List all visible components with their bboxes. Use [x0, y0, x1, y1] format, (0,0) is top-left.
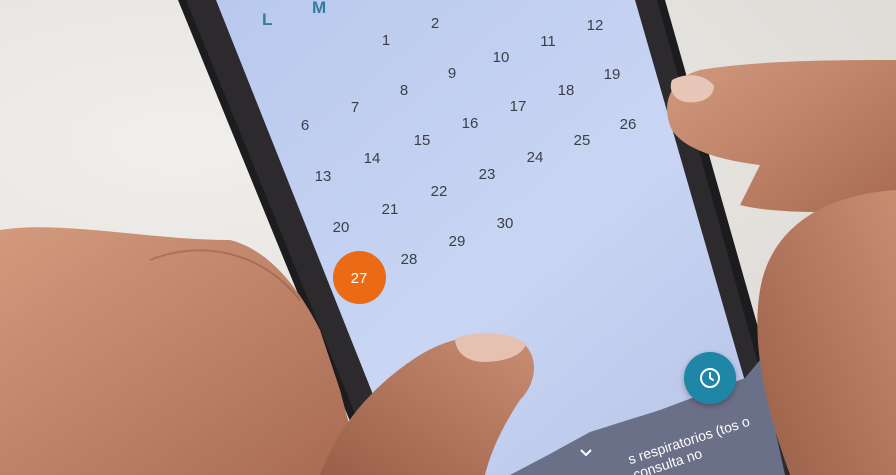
hands: [0, 60, 896, 475]
photo-scene: L M 1 2 6 7 8 9 10 11 12 13 14 15 16 17 …: [0, 0, 896, 475]
